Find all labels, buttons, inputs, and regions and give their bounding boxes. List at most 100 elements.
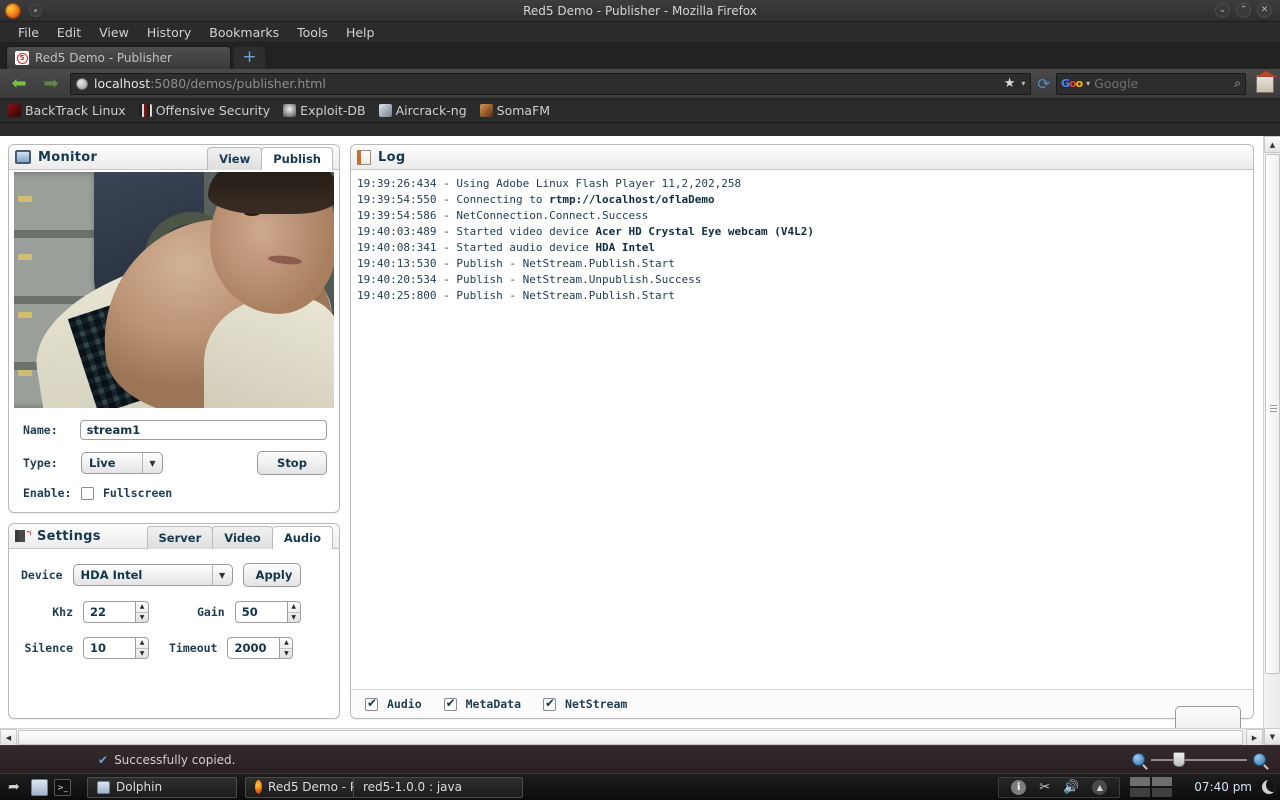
silence-stepper-buttons[interactable]: ▲ ▼ — [135, 637, 149, 659]
zoom-widget[interactable] — [1132, 751, 1280, 767]
menu-item-view[interactable]: View — [90, 23, 138, 42]
zoom-slider-thumb[interactable] — [1173, 751, 1185, 767]
menu-item-help[interactable]: Help — [337, 23, 384, 42]
timeout-stepper-buttons[interactable]: ▲ ▼ — [279, 637, 294, 659]
webcam-preview[interactable] — [14, 172, 334, 408]
bookmark-backtrack-linux[interactable]: BackTrack Linux — [8, 103, 126, 118]
tab-publish[interactable]: Publish — [261, 146, 333, 170]
khz-stepper-buttons[interactable]: ▲ ▼ — [135, 601, 149, 623]
gain-input[interactable]: 50 — [234, 601, 287, 623]
moon-icon[interactable] — [1262, 780, 1276, 794]
audio-device-select[interactable]: HDA Intel ▼ — [72, 564, 233, 586]
volume-icon[interactable]: 🔊 — [1063, 780, 1079, 795]
window-menu-icon[interactable] — [29, 4, 42, 17]
metadata-checkbox[interactable] — [443, 696, 457, 711]
tab-server[interactable]: Server — [146, 525, 214, 549]
menu-item-file[interactable]: File — [9, 23, 48, 42]
menu-item-edit[interactable]: Edit — [48, 23, 90, 42]
khz-input[interactable]: 22 — [83, 601, 135, 623]
gain-stepper-buttons[interactable]: ▲ ▼ — [286, 601, 301, 623]
stepper-down-icon[interactable]: ▼ — [136, 649, 148, 659]
stepper-up-icon[interactable]: ▲ — [136, 638, 148, 649]
chevron-down-icon[interactable]: ▼ — [142, 453, 162, 473]
horizontal-scroll-thumb[interactable] — [18, 730, 1243, 745]
reload-icon[interactable]: ⟳ — [1037, 75, 1050, 93]
tab-video[interactable]: Video — [212, 525, 273, 549]
clear-log-button[interactable] — [1175, 706, 1241, 728]
gain-stepper[interactable]: 50 ▲ ▼ — [234, 601, 301, 623]
audio-checkbox[interactable] — [365, 696, 378, 711]
filter-metadata[interactable]: MetaData — [443, 696, 521, 711]
terminal-icon[interactable]: >_ — [54, 778, 71, 796]
stream-type-select[interactable]: Live ▼ — [81, 452, 163, 474]
scroll-right-icon[interactable]: ▶ — [1246, 729, 1263, 745]
desktop-3[interactable] — [1130, 788, 1151, 797]
desktop-1[interactable] — [1130, 777, 1151, 786]
kde-menu-icon[interactable]: ➦ — [8, 779, 25, 796]
timeout-stepper[interactable]: 2000 ▲ ▼ — [227, 637, 294, 659]
taskbar-item-dolphin[interactable]: Dolphin — [87, 776, 237, 798]
stepper-down-icon[interactable]: ▼ — [280, 649, 292, 659]
stepper-up-icon[interactable]: ▲ — [287, 602, 300, 613]
search-input[interactable]: Google — [1094, 76, 1230, 91]
stepper-up-icon[interactable]: ▲ — [136, 602, 148, 613]
filter-audio[interactable]: Audio — [365, 696, 422, 711]
browser-tab-red5[interactable]: 5 Red5 Demo - Publisher — [6, 46, 231, 69]
desktop-4[interactable] — [1152, 788, 1173, 797]
silence-input[interactable]: 10 — [83, 637, 135, 659]
bookmark-offensive-security[interactable]: Offensive Security — [138, 103, 270, 118]
scroll-left-icon[interactable]: ◀ — [0, 729, 17, 745]
search-bar[interactable]: Goo ▾ Google ⌕ — [1056, 72, 1246, 95]
bookmark-exploit-db[interactable]: Exploit-DB — [283, 103, 366, 118]
updates-icon[interactable]: ▲ — [1092, 779, 1108, 795]
desktop-2[interactable] — [1152, 777, 1173, 786]
tab-view[interactable]: View — [207, 146, 263, 170]
close-button[interactable]: ✕ — [1257, 3, 1272, 18]
search-engine-chevron-icon[interactable]: ▾ — [1086, 79, 1090, 88]
file-manager-icon[interactable] — [31, 778, 48, 796]
horizontal-scrollbar[interactable]: ◀ ▶ — [0, 728, 1263, 745]
virtual-desktop-pager[interactable] — [1130, 777, 1174, 797]
zoom-in-icon[interactable] — [1253, 753, 1266, 766]
home-icon[interactable] — [1255, 70, 1277, 93]
search-icon[interactable]: ⌕ — [1234, 76, 1241, 91]
khz-stepper[interactable]: 22 ▲ ▼ — [83, 601, 149, 623]
stream-name-input[interactable]: stream1 — [79, 420, 327, 440]
bookmark-aircrack-ng[interactable]: Aircrack-ng — [378, 103, 467, 118]
chevron-down-icon[interactable]: ▼ — [211, 565, 232, 585]
back-button-icon[interactable]: ⬅ — [6, 72, 32, 96]
clock[interactable]: 07:40 pm — [1184, 780, 1262, 794]
address-bar[interactable]: localhost:5080/demos/publisher.html ★ ▾ — [70, 72, 1032, 95]
filter-netstream[interactable]: NetStream — [543, 696, 627, 711]
scroll-up-icon[interactable]: ▲ — [1264, 136, 1280, 153]
netstream-checkbox[interactable] — [543, 696, 557, 711]
menu-item-history[interactable]: History — [138, 23, 200, 42]
menu-item-bookmarks[interactable]: Bookmarks — [200, 23, 288, 42]
bookmark-somafm[interactable]: SomaFM — [479, 103, 550, 118]
site-identity-icon[interactable] — [76, 77, 88, 90]
zoom-out-icon[interactable] — [1132, 753, 1145, 766]
vertical-scroll-thumb[interactable] — [1265, 154, 1280, 674]
google-logo-icon[interactable]: Goo — [1061, 77, 1083, 90]
maximize-button[interactable]: ⌃ — [1236, 3, 1251, 18]
menu-item-tools[interactable]: Tools — [288, 23, 337, 42]
forward-button-icon[interactable]: ➡ — [38, 72, 64, 96]
tab-audio[interactable]: Audio — [271, 525, 333, 549]
info-icon[interactable]: i — [1011, 779, 1027, 795]
timeout-input[interactable]: 2000 — [227, 637, 280, 659]
stepper-up-icon[interactable]: ▲ — [280, 638, 293, 649]
stepper-down-icon[interactable]: ▼ — [288, 613, 300, 623]
bookmark-star-icon[interactable]: ★ — [1004, 76, 1016, 91]
chevron-down-icon[interactable]: ▾ — [1021, 79, 1025, 88]
log-output[interactable]: 19:39:26:434 - Using Adobe Linux Flash P… — [351, 170, 1253, 690]
clipboard-icon[interactable]: ✂ — [1039, 780, 1050, 795]
stepper-down-icon[interactable]: ▼ — [136, 613, 148, 623]
scroll-down-icon[interactable]: ▼ — [1264, 728, 1280, 745]
fullscreen-checkbox[interactable] — [81, 486, 94, 500]
zoom-slider[interactable] — [1151, 751, 1247, 767]
taskbar-item-java[interactable]: red5-1.0.0 : java — [353, 776, 523, 798]
minimize-button[interactable]: ⌄ — [1215, 3, 1230, 18]
silence-stepper[interactable]: 10 ▲ ▼ — [83, 637, 149, 659]
stop-button[interactable]: Stop — [257, 451, 327, 475]
new-tab-button[interactable]: + — [233, 46, 266, 69]
